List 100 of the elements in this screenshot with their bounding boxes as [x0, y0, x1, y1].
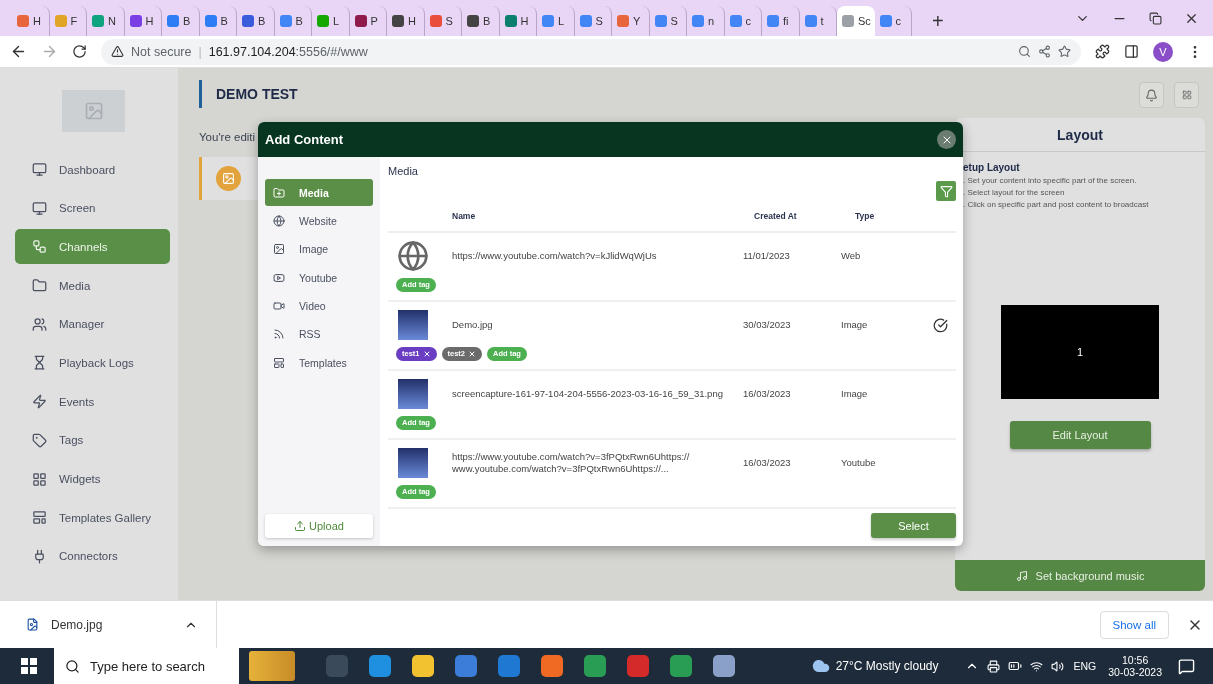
wifi-icon[interactable] — [1029, 659, 1043, 673]
photo-placeholder — [398, 379, 428, 409]
template-icon — [273, 356, 285, 369]
media-type: Web — [841, 249, 862, 263]
new-tab-button[interactable]: + — [926, 6, 950, 36]
media-type: Image — [841, 387, 869, 401]
separator: | — [198, 44, 202, 59]
filter-icon — [939, 184, 953, 198]
folder-plus-icon — [273, 186, 285, 199]
sidebar-item[interactable]: Templates Gallery — [15, 500, 170, 536]
globe-icon — [273, 214, 285, 227]
file-name: screencapture-161-97-104-204-5556-2023-03-16-16_59_31.png — [452, 387, 724, 401]
dialog-title: Add Content — [265, 132, 343, 147]
select-button[interactable]: Select — [871, 513, 956, 538]
section-title: Media — [388, 165, 419, 177]
sidebar-item[interactable]: Screen — [15, 190, 170, 226]
file-name: Demo.jpg — [452, 318, 494, 332]
category-item[interactable]: Youtube — [265, 264, 373, 292]
created-date: 30/03/2023 — [743, 318, 792, 332]
address-field[interactable]: Not secure | 161.97.104.204:5556/#/www — [101, 38, 1081, 65]
rss-icon — [273, 328, 285, 341]
background-music-button[interactable]: Set background music — [955, 560, 1205, 591]
restore-icon[interactable] — [1149, 11, 1162, 25]
security-label[interactable]: Not secure — [131, 44, 192, 59]
category-item[interactable]: Video — [265, 292, 373, 320]
grid-icon — [1181, 90, 1192, 100]
sidebar-item[interactable]: Tags — [15, 422, 170, 458]
battery-icon[interactable] — [1007, 659, 1022, 673]
grid-icon — [32, 471, 47, 487]
created-date: 16/03/2023 — [743, 387, 792, 401]
search-highlight-picture — [249, 651, 295, 681]
lightning-icon — [32, 394, 47, 410]
browser-tab[interactable]: Sc — [837, 6, 875, 36]
layout-preview[interactable]: 1 — [1001, 305, 1159, 399]
plug-icon — [32, 548, 47, 564]
upload-button[interactable]: Upload — [265, 514, 373, 538]
setup-step: . Click on specific part and post content to broadcast — [963, 200, 1205, 209]
monitor-icon — [32, 200, 47, 216]
clock-time: 10:56 — [1122, 654, 1149, 666]
sidebar-item[interactable]: Channels — [15, 229, 170, 265]
template-icon — [32, 510, 47, 526]
file-name: https://www.youtube.com/watch?v=kJlidWqWjUs — [452, 249, 658, 263]
users-icon — [32, 316, 47, 332]
share-icon[interactable] — [1038, 45, 1051, 58]
bookmark-star-icon[interactable] — [1058, 45, 1071, 58]
column-header: Type — [854, 211, 876, 221]
remove-icon[interactable] — [468, 349, 477, 358]
zoom-icon[interactable] — [1018, 45, 1031, 58]
sidebar-item[interactable]: Widgets — [15, 461, 170, 497]
setup-title: etup Layout — [963, 162, 1021, 173]
taskbar-search-field[interactable]: Type here to search — [54, 648, 239, 684]
category-item[interactable]: Image — [265, 235, 373, 263]
close-button[interactable] — [937, 130, 956, 149]
setup-step: . Select layout for the screen — [963, 188, 1205, 197]
video-camera-icon — [273, 300, 285, 313]
sidebar-item[interactable]: Connectors — [15, 538, 170, 574]
setup-step: . Set your content into specific part of the screen. — [963, 176, 1205, 185]
network-icon — [32, 239, 47, 255]
sidebar-item[interactable]: Events — [15, 384, 170, 420]
edit-layout-button[interactable]: Edit Layout — [1009, 421, 1151, 449]
profile-avatar[interactable]: V — [1153, 41, 1173, 62]
back-icon[interactable] — [10, 43, 27, 60]
warning-icon[interactable] — [111, 45, 124, 58]
category-item[interactable]: RSS — [265, 320, 373, 348]
category-item[interactable]: Media — [265, 179, 373, 206]
file-icon — [26, 618, 39, 631]
file-name: https://www.youtube.com/watch?v=3fPQtxRwn6Uhttps:// www.youtube.com/watch?v=3fPQtxRwn6Uhttps://... — [452, 450, 691, 476]
category-item[interactable]: Templates — [265, 349, 373, 377]
weather-text: 27°C Mostly cloudy — [835, 659, 939, 673]
created-date: 16/03/2023 — [743, 456, 792, 470]
sidebar-item[interactable]: Dashboard — [15, 152, 170, 187]
media-type: Image — [841, 318, 869, 332]
notification-button[interactable] — [1139, 82, 1164, 108]
category-item[interactable]: Website — [265, 207, 373, 235]
url-text: 161.97.104.204:5556/#/www — [208, 44, 368, 59]
sidebar-item[interactable]: Playback Logs — [15, 345, 170, 381]
side-panel-icon[interactable] — [1124, 44, 1139, 59]
photo-placeholder — [398, 448, 428, 478]
tag-icon — [32, 432, 47, 448]
language-indicator[interactable]: ENG — [1073, 660, 1097, 672]
editing-note: You're editi — [199, 131, 256, 143]
windows-logo-icon[interactable] — [21, 658, 37, 674]
remove-icon[interactable] — [422, 349, 431, 358]
show-all-button[interactable]: Show all — [1099, 610, 1169, 639]
media-type: Youtube — [841, 456, 877, 470]
reload-icon[interactable] — [72, 44, 87, 59]
sidebar-item[interactable]: Manager — [15, 306, 170, 342]
column-header: Name — [452, 211, 477, 221]
extensions-icon[interactable] — [1095, 44, 1110, 59]
notification-icon[interactable] — [1178, 657, 1195, 675]
hourglass-icon — [32, 355, 47, 371]
globe-icon — [397, 240, 429, 272]
monitor-icon — [32, 162, 47, 177]
sidebar-item[interactable]: Media — [15, 268, 170, 304]
photo-placeholder — [398, 310, 428, 340]
filter-button[interactable] — [936, 181, 956, 201]
speaker-icon[interactable] — [1050, 659, 1064, 673]
created-date: 11/01/2023 — [743, 249, 791, 263]
device-icon[interactable] — [986, 659, 1000, 673]
play-icon — [273, 271, 285, 284]
